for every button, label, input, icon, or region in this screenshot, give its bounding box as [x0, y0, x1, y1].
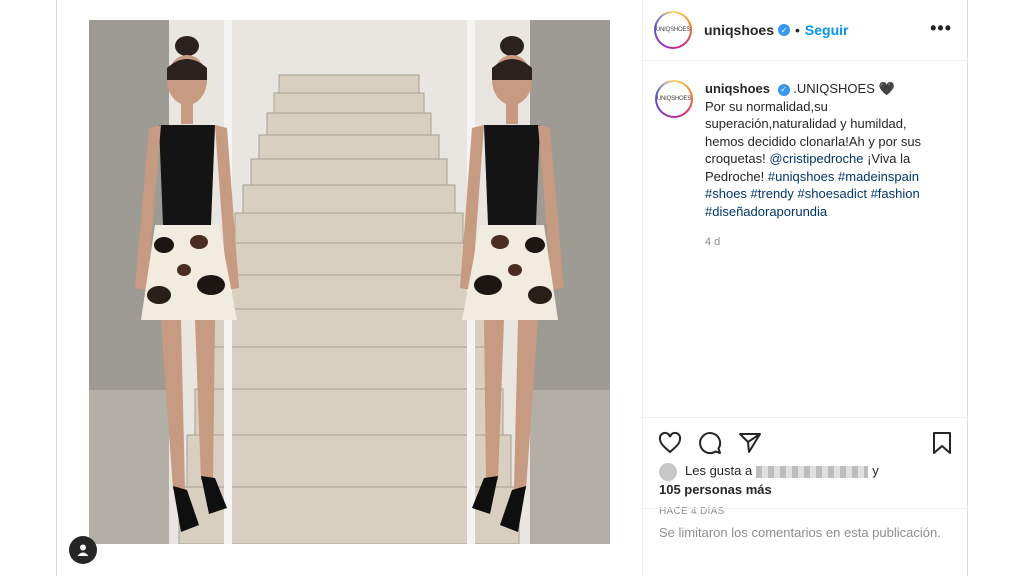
hashtag-link[interactable]: #shoesadict — [798, 186, 867, 201]
post-dialog: UNIQSHOES uniqshoes ✓ • Seguir ••• UNIQS… — [56, 0, 968, 576]
caption-title: .UNIQSHOES 🖤 — [793, 81, 895, 96]
follow-button[interactable]: Seguir — [805, 22, 849, 38]
photo-illustration — [89, 20, 610, 544]
comments-disabled-notice: Se limitaron los comentarios en esta pub… — [643, 508, 968, 576]
likes-summary: Les gusta a y 105 personas más — [659, 462, 879, 499]
post-sidebar: UNIQSHOES uniqshoes ✓ • Seguir ••• UNIQS… — [642, 0, 968, 576]
hashtag-link[interactable]: #fashion — [871, 186, 920, 201]
blurred-username — [756, 465, 869, 478]
comment-icon[interactable] — [697, 430, 723, 456]
action-icons — [657, 430, 763, 456]
likes-suffix: y — [872, 463, 879, 478]
actions-section: Les gusta ay 105 personas más HACE 4 DÍA… — [643, 417, 968, 517]
caption-avatar[interactable]: UNIQSHOES — [655, 80, 693, 118]
liker-avatar[interactable] — [659, 462, 677, 481]
hashtag-link[interactable]: #trendy — [751, 186, 794, 201]
likes-count-link[interactable]: 105 personas más — [659, 482, 772, 497]
user-icon — [77, 544, 89, 556]
share-icon[interactable] — [737, 430, 763, 456]
hashtag-link[interactable]: #madeinspain — [838, 169, 919, 184]
caption: UNIQSHOES uniqshoes ✓ .UNIQSHOES 🖤 Por s… — [655, 80, 955, 248]
post-media — [57, 0, 642, 576]
avatar-logo: UNIQSHOES — [656, 13, 690, 47]
caption-timestamp[interactable]: 4 d — [705, 236, 955, 248]
caption-avatar-logo: UNIQSHOES — [657, 82, 691, 116]
caption-username[interactable]: uniqshoes — [705, 81, 770, 96]
hashtag-link[interactable]: #uniqshoes — [768, 169, 835, 184]
mention-link[interactable]: @cristipedroche — [769, 151, 863, 166]
background-left — [0, 0, 56, 576]
hashtag-link[interactable]: #shoes — [705, 186, 747, 201]
bookmark-icon[interactable] — [929, 430, 955, 456]
heart-icon[interactable] — [657, 430, 683, 456]
separator-dot: • — [795, 22, 800, 38]
more-options-icon[interactable]: ••• — [930, 18, 952, 39]
author-username[interactable]: uniqshoes — [704, 22, 774, 38]
caption-verified-icon: ✓ — [777, 83, 790, 96]
likes-prefix: Les gusta a — [685, 463, 753, 478]
post-header: UNIQSHOES uniqshoes ✓ • Seguir ••• — [643, 0, 968, 61]
hashtag-link[interactable]: #diseñadoraporundia — [705, 204, 827, 219]
post-photo[interactable] — [89, 20, 610, 544]
tagged-users-button[interactable] — [69, 536, 97, 564]
verified-badge-icon: ✓ — [778, 24, 791, 36]
author-avatar[interactable]: UNIQSHOES — [654, 11, 692, 49]
caption-text: uniqshoes ✓ .UNIQSHOES 🖤 Por su normalid… — [705, 80, 945, 220]
